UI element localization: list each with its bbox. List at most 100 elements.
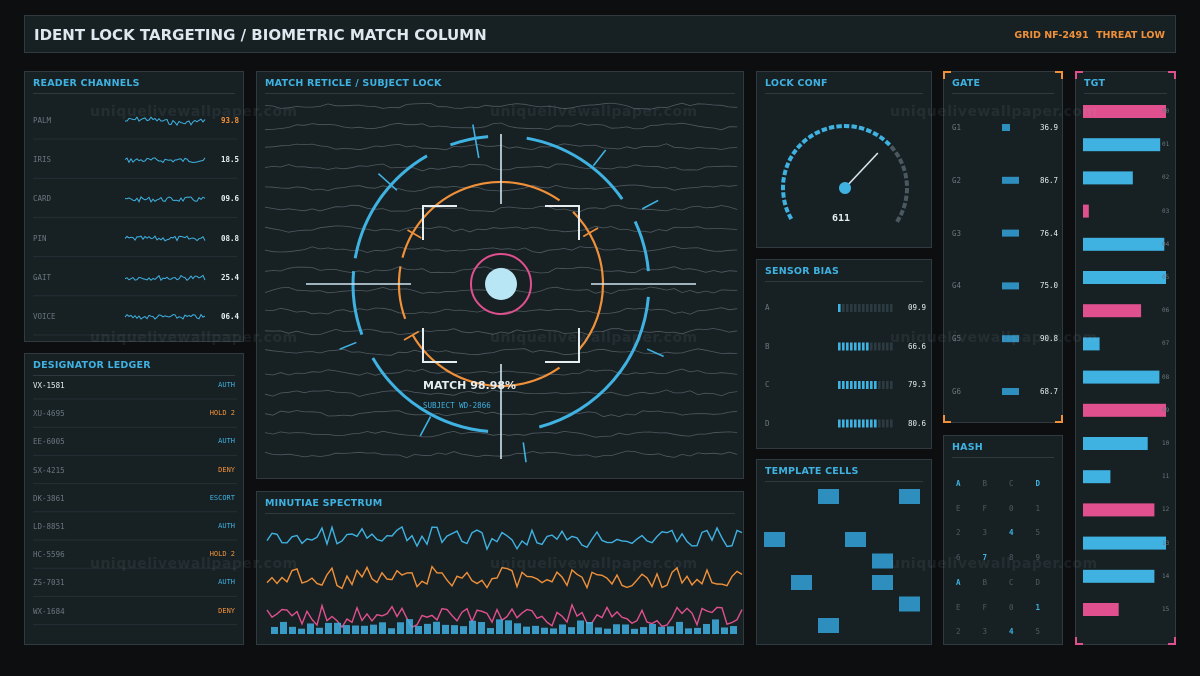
ledger-status: ESCORT [209,493,235,502]
spectrum-bar [685,628,692,634]
bias-segment [842,304,845,312]
hash-cell: 1 [1035,503,1041,513]
tgt-bar [1083,569,1155,583]
tgt-label: 13 [1162,539,1170,547]
hash-cell: D [1035,479,1041,488]
hash-cell: 7 [982,553,988,563]
gauge-segment [903,195,909,202]
panel-graphics [33,116,237,336]
spectrum-bar [541,627,548,634]
hash-cell: D [1035,577,1041,587]
tgt-label: 07 [1162,340,1170,348]
reticle-tick [472,124,480,159]
channel-sparkline [124,313,206,320]
tgt-bar [1083,337,1100,351]
gate-label: G4 [952,281,962,291]
channel-value: 08.8 [221,233,240,243]
spectrum-bar [676,621,683,634]
hash-cell: 0 [1009,503,1014,513]
tgt-bar [1083,503,1155,517]
hash-cell: A [956,577,961,587]
channel-label: CARD [33,194,52,204]
bias-segment [866,419,869,428]
hash-cell: 9 [1035,553,1041,563]
bias-segment [874,419,877,428]
gauge-needle [844,152,879,189]
channel-sparkline [124,196,206,203]
hash-cell: 6 [956,553,961,563]
ledger-status: HOLD 2 [209,409,235,418]
match-reticle-panel: MATCH RETICLE / SUBJECT LOCK MATCH 98.98… [256,71,744,479]
tgt-bar [1083,204,1089,218]
bias-segment [838,419,841,428]
hash-cell: F [982,602,988,612]
bias-segment [866,342,869,351]
hash-cell: 5 [1035,528,1041,538]
gate-panel: GATE G1 36.9 G2 86.7 G3 76.4 G4 75.0 G5 90.8 G6 68.… [943,71,1063,423]
spectrum-bar [397,622,404,634]
spectrum-bar [631,628,638,634]
template-cell [764,532,785,547]
spectrum-trace [266,524,743,552]
template-cells-panel: TEMPLATE CELLS [756,459,932,645]
spectrum-bar [325,622,332,634]
gauge-segment [828,124,835,131]
tgt-bar [1083,370,1160,384]
spectrum-bar [460,626,467,634]
hash-cell: F [982,503,988,513]
bias-segment [850,381,853,389]
hash-cell: 3 [982,528,988,538]
spectrum-bar [370,624,377,634]
spectrum-bar [334,622,341,634]
hash-cell: C [1009,479,1014,488]
gate-value: 76.4 [1040,228,1059,238]
gate-value: 75.0 [1040,281,1059,291]
hash-cell: B [982,577,988,587]
hash-cell: C [1009,577,1014,587]
panel-graphics [1083,105,1166,616]
panel-graphics [838,304,893,428]
spectrum-bar [568,627,575,634]
background-trace [264,102,738,110]
gate-bar [1002,229,1019,237]
spectrum-bar [658,626,665,634]
hash-panel: HASH A B C D E F 0 1 2 3 4 5 6 7 8 9 A B C D E F 0 1 2 3 4 5 [943,435,1063,645]
template-cell [899,596,920,612]
hash-cell: 4 [1009,627,1014,637]
spectrum-bar [532,625,539,634]
spectrum-bar [424,623,431,634]
reticle-tick [403,330,420,341]
hash-cell: E [956,602,961,612]
bias-segment [886,381,889,389]
spectrum-trace [266,565,743,590]
bias-segment [842,342,845,351]
channel-value: 09.6 [221,194,240,204]
ledger-id: WX-1684 [33,606,65,616]
gauge-segment [901,202,908,209]
bias-segment [890,304,893,312]
spectrum-bar [379,622,386,634]
corner-accent [1075,637,1083,645]
background-trace [264,225,738,233]
ledger-status: AUTH [218,381,235,389]
bias-segment [862,419,865,428]
tgt-label: 02 [1162,174,1170,182]
gate-label: G2 [952,175,962,185]
spectrum-bar [271,626,278,634]
bias-segment [870,381,873,389]
spectrum-bar [487,628,494,634]
gauge-hub [839,182,851,194]
panel-graphics [266,524,743,634]
page-title: IDENT LOCK TARGETING / BIOMETRIC MATCH C… [34,26,487,44]
panel-graphics [264,102,738,463]
hash-cell: 4 [1009,528,1014,538]
bias-segment [874,304,877,312]
channel-label: PIN [33,233,47,243]
corner-accent [1168,71,1176,79]
gate-bar [1002,282,1019,290]
ledger-id: EE-6005 [33,437,65,447]
ledger-id: XU-4695 [33,409,65,419]
bias-label: A [765,303,770,312]
spectrum-bar [451,625,458,634]
ledger-id: VX-1581 [33,381,65,390]
